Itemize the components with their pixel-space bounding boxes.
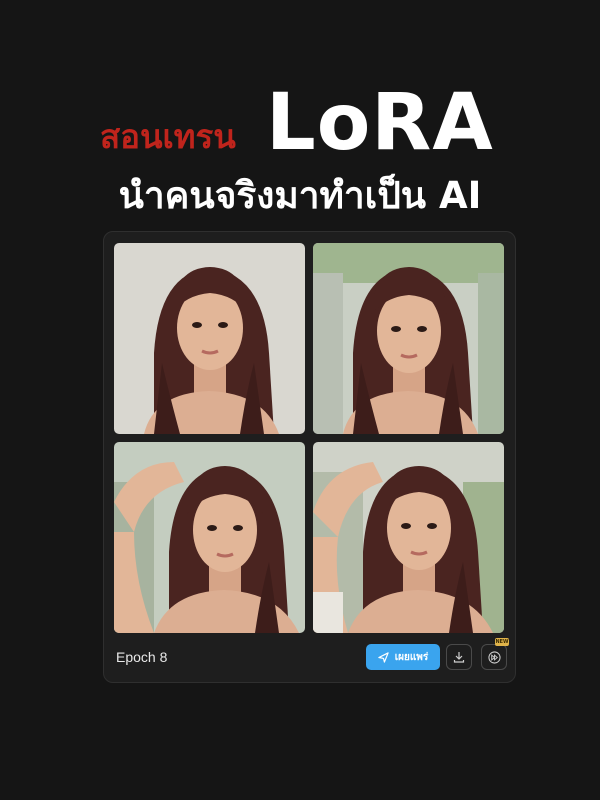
upscale-button[interactable]: [481, 644, 507, 670]
headline-thai: สอนเทรน: [100, 117, 236, 156]
share-button-label: เผยแพร่: [394, 651, 429, 663]
generated-image-1[interactable]: [114, 243, 305, 434]
portrait-image: [114, 442, 305, 633]
download-button[interactable]: [446, 644, 472, 670]
headline-lora: LoRA: [266, 78, 494, 168]
generation-card: Epoch 8 เผยแพร่ NEW: [103, 231, 516, 683]
headline: สอนเทรน LoRA: [0, 78, 600, 168]
share-button[interactable]: เผยแพร่: [366, 644, 440, 670]
new-badge: NEW: [495, 638, 509, 646]
send-icon: [378, 651, 389, 663]
generated-image-4[interactable]: [313, 442, 504, 633]
download-icon: [453, 652, 465, 663]
generated-image-2[interactable]: [313, 243, 504, 434]
portrait-image: [114, 243, 305, 434]
generated-image-3[interactable]: [114, 442, 305, 633]
fast-forward-icon: [487, 650, 501, 664]
epoch-label: Epoch 8: [116, 649, 168, 665]
portrait-image: [313, 243, 504, 434]
portrait-image: [313, 442, 504, 633]
subheadline: นำคนจริงมาทำเป็น AI: [118, 174, 482, 217]
